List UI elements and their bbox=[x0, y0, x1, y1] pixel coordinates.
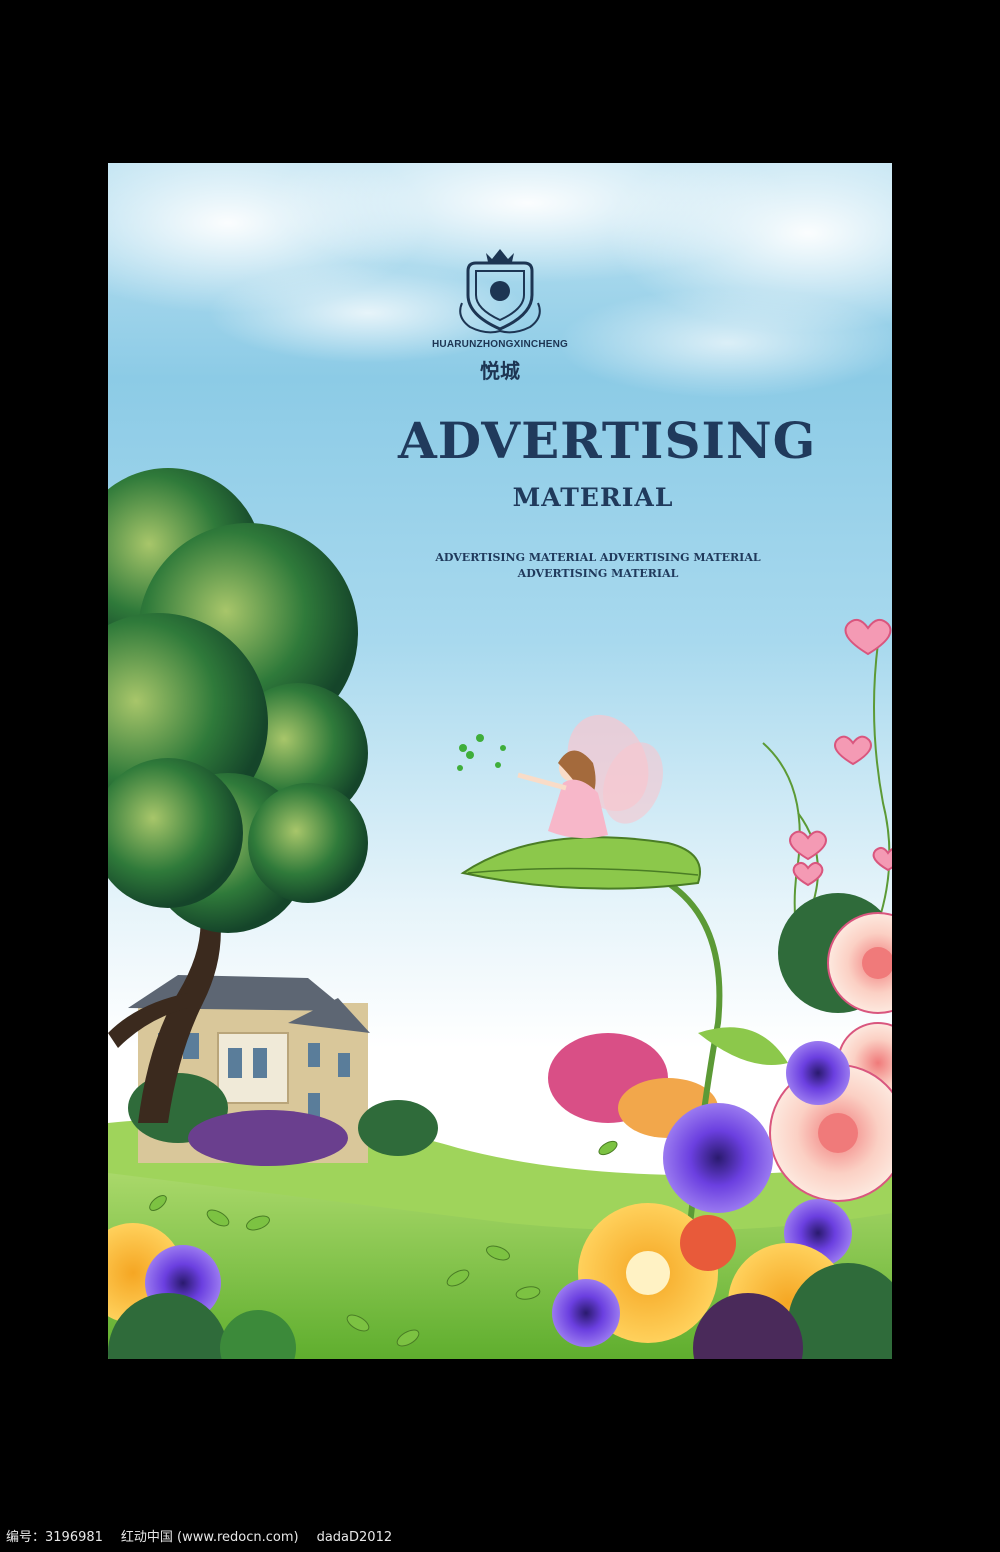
brand-name-cn: 悦城 bbox=[480, 359, 520, 383]
footer-id: 编号：3196981 bbox=[6, 1530, 103, 1545]
poster-subtitle: MATERIAL bbox=[512, 483, 674, 512]
watermark-footer: 编号：3196981 红动中国 (www.redocn.com) dadaD2012 bbox=[6, 1526, 410, 1545]
footer-site: 红动中国 (www.redocn.com) bbox=[120, 1530, 299, 1545]
brand-name-en: HUARUNZHONGXINCHENG bbox=[431, 339, 569, 350]
fairy bbox=[457, 714, 663, 839]
tagline-line-1: ADVERTISING MATERIAL ADVERTISING MATERIA… bbox=[435, 551, 761, 564]
poster: HUARUNZHONGXINCHENG 悦城 ADVERTISING MATER… bbox=[108, 163, 892, 1359]
poster-title: ADVERTISING bbox=[398, 411, 817, 470]
footer-author: dadaD2012 bbox=[316, 1530, 393, 1545]
tagline-line-2: ADVERTISING MATERIAL bbox=[517, 567, 679, 580]
